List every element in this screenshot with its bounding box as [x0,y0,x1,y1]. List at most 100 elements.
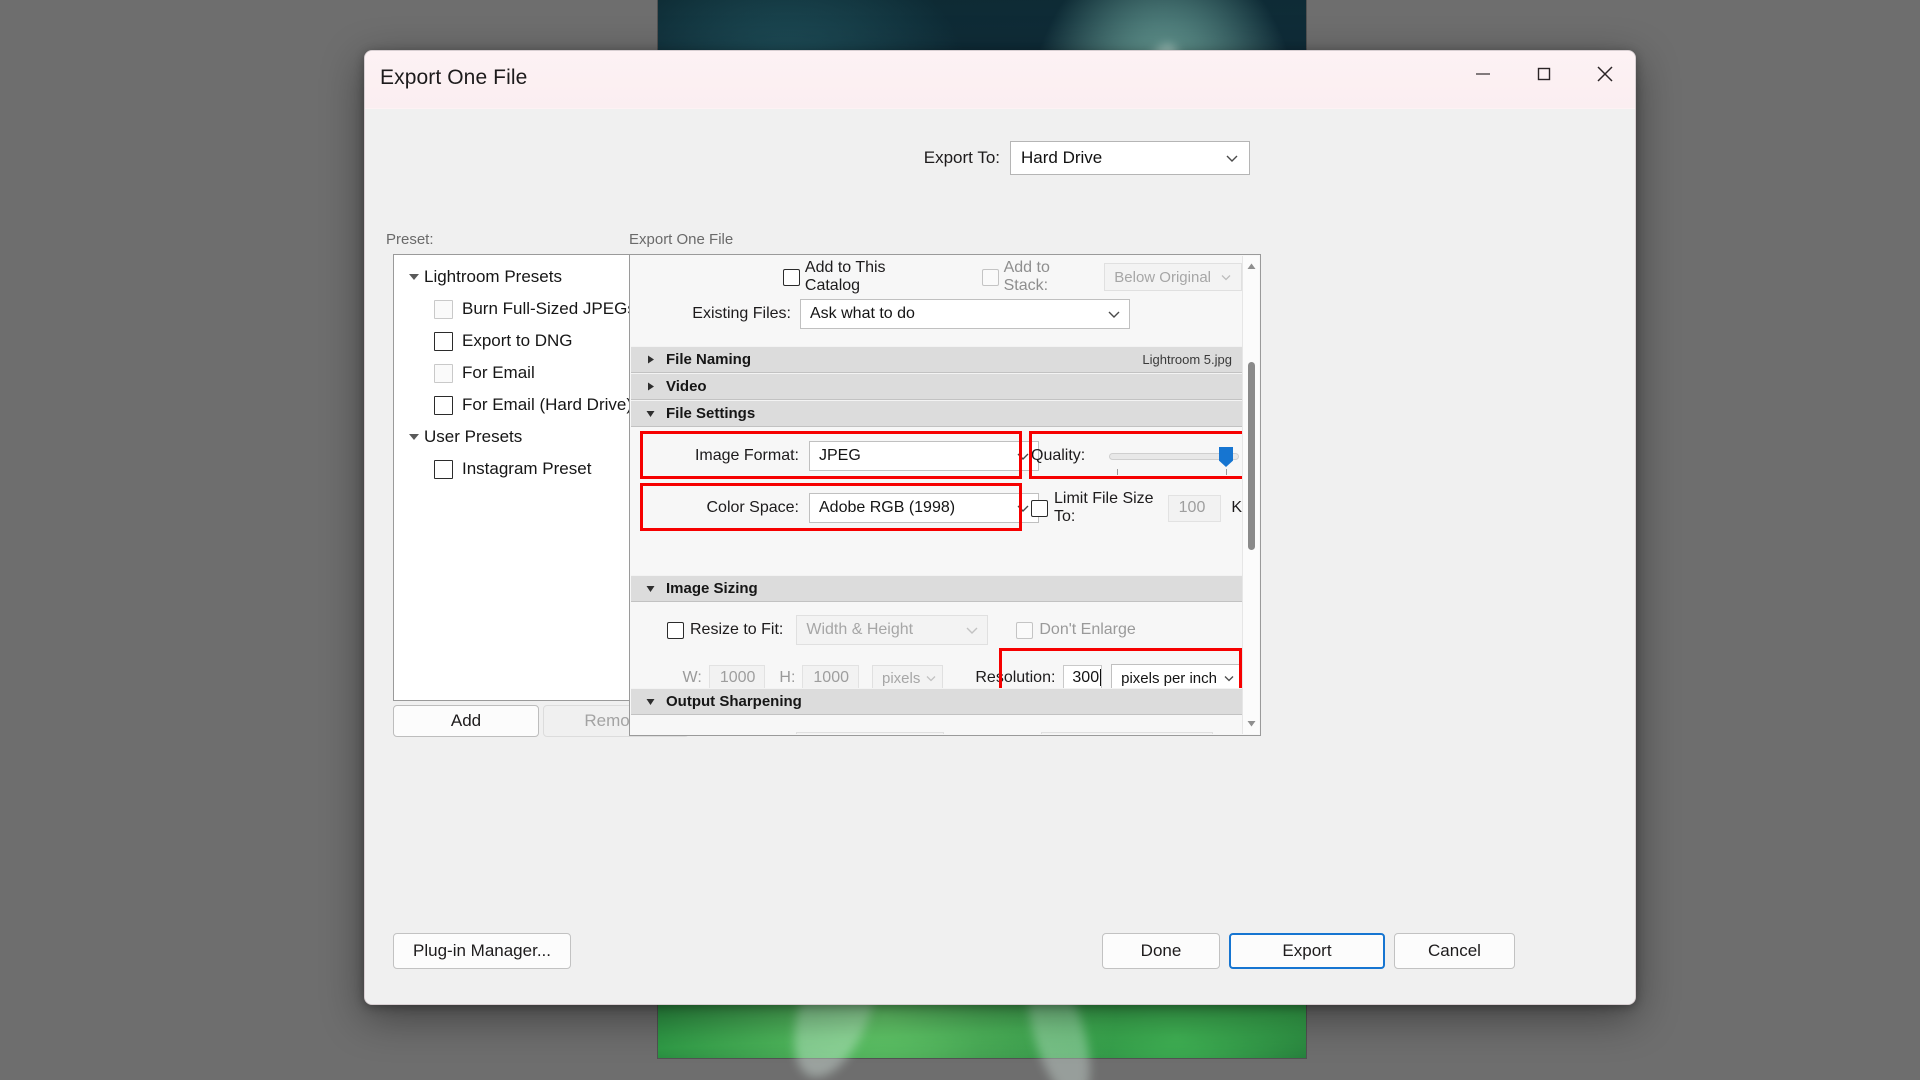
quality-slider[interactable] [1109,447,1239,475]
triangle-down-icon [640,696,660,707]
checkbox[interactable] [434,363,453,383]
scroll-up-icon[interactable] [1243,258,1260,275]
sharpen-row: Sharpen For: Screen Amount: Standard [631,731,1242,734]
limit-file-size-row: Limit File Size To: 100 K [1031,490,1242,525]
settings-caption: Export One File [629,231,734,248]
checkbox[interactable] [434,331,453,351]
color-space-label: Color Space: [706,499,800,516]
add-to-stack-checkbox[interactable] [981,268,999,286]
chevron-down-icon [920,671,942,685]
triangle-down-icon [640,408,660,419]
color-space-value: Adobe RGB (1998) [819,499,956,516]
existing-files-value: Ask what to do [810,305,915,322]
export-to-value: Hard Drive [1021,148,1103,167]
resize-to-fit-row: Resize to Fit: Width & Height Don't Enla… [631,614,1242,646]
chevron-down-icon [957,622,987,638]
existing-files-select[interactable]: Ask what to do [800,299,1130,329]
quality-row: Quality: 100 [1031,439,1242,475]
image-format-select[interactable]: JPEG [809,441,1039,471]
chevron-down-icon [1217,671,1241,685]
limit-file-size-input[interactable]: 100 [1167,494,1222,522]
amount-select[interactable]: Standard [1040,732,1213,734]
chevron-down-icon [1211,270,1241,284]
checkbox[interactable] [434,395,453,415]
checkbox[interactable] [434,459,453,479]
preset-caption: Preset: [386,231,434,248]
title-bar: Export One File [365,51,1635,109]
limit-file-size-checkbox[interactable] [1031,499,1048,517]
resize-to-fit-select[interactable]: Width & Height [796,615,989,645]
section-video[interactable]: Video [631,373,1242,400]
preset-item-label: Burn Full-Sized JPEGs [462,299,636,318]
preset-item-label: Export to DNG [462,331,573,350]
add-to-stack-label: Add to Stack: [1003,259,1050,294]
export-to-select[interactable]: Hard Drive [1010,141,1250,175]
preset-group-label: Lightroom Presets [424,267,562,286]
text-caret [1100,669,1102,686]
section-label: Image Sizing [666,580,758,597]
file-naming-note: Lightroom 5.jpg [1142,352,1232,367]
height-value: 1000 [813,669,849,686]
image-format-value: JPEG [819,447,861,464]
resize-to-fit-value: Width & Height [806,621,914,638]
chevron-down-icon [1215,150,1249,166]
section-file-naming[interactable]: File Naming Lightroom 5.jpg [631,346,1242,373]
add-to-catalog-checkbox[interactable] [782,268,800,286]
section-label: Output Sharpening [666,693,802,710]
quality-slider-thumb[interactable] [1219,447,1233,467]
checkbox[interactable] [434,299,453,319]
catalog-row: Add to This Catalog Add to Stack: Below … [631,259,1242,294]
triangle-down-icon [404,271,424,283]
resolution-unit-value: pixels per inch [1121,669,1217,687]
slider-tick [1226,469,1227,475]
dont-enlarge-checkbox[interactable] [1016,621,1034,639]
section-file-settings[interactable]: File Settings [631,400,1242,427]
preset-group-label: User Presets [424,427,523,446]
close-icon [1593,62,1617,86]
resize-to-fit-label: Resize to Fit: [690,621,784,638]
maximize-icon [1533,63,1555,85]
resolution-label: Resolution: [975,669,1056,686]
color-space-select[interactable]: Adobe RGB (1998) [809,493,1039,523]
chevron-down-icon [1099,306,1129,322]
width-label: W: [682,669,702,686]
add-to-catalog-label: Add to This Catalog [804,259,886,294]
triangle-down-icon [640,583,660,594]
section-label: File Naming [666,351,752,368]
image-format-label: Image Format: [694,447,799,464]
scrollbar-thumb[interactable] [1248,362,1255,550]
export-button[interactable]: Export [1229,933,1385,969]
add-to-stack-select[interactable]: Below Original [1104,263,1242,291]
units-value: pixels [882,669,921,687]
settings-scroll-viewport: Add to This Catalog Add to Stack: Below … [631,256,1242,734]
settings-scrollbar[interactable] [1242,256,1259,734]
sharpen-for-select[interactable]: Screen [796,732,945,734]
close-button[interactable] [1574,51,1635,97]
slider-tick [1117,469,1118,475]
triangle-right-icon [640,381,660,392]
scroll-down-icon[interactable] [1243,715,1260,732]
resolution-value: 300 [1072,668,1100,686]
section-image-sizing[interactable]: Image Sizing [631,575,1242,602]
export-to-row: Export To: Hard Drive [365,141,1635,175]
cancel-button[interactable]: Cancel [1394,933,1515,969]
resize-to-fit-checkbox[interactable] [667,621,684,639]
export-dialog: Export One File Export To: Hard Drive Pr… [364,50,1636,1005]
plugin-manager-button[interactable]: Plug-in Manager... [393,933,571,969]
add-to-stack-value: Below Original [1114,268,1211,286]
section-output-sharpening[interactable]: Output Sharpening [631,688,1242,715]
quality-label: Quality: [1031,447,1086,464]
existing-files-label: Existing Files: [692,305,791,322]
done-button[interactable]: Done [1102,933,1220,969]
minimize-button[interactable] [1452,51,1513,97]
maximize-button[interactable] [1513,51,1574,97]
preset-item-label: Instagram Preset [462,459,592,478]
height-label: H: [779,669,796,686]
section-label: File Settings [666,405,756,422]
dont-enlarge-label: Don't Enlarge [1039,621,1136,638]
triangle-down-icon [404,431,424,443]
limit-file-size-label: Limit File Size To: [1054,490,1154,525]
triangle-right-icon [640,354,660,365]
preset-item-label: For Email (Hard Drive) [462,395,633,414]
add-preset-button[interactable]: Add [393,705,539,737]
